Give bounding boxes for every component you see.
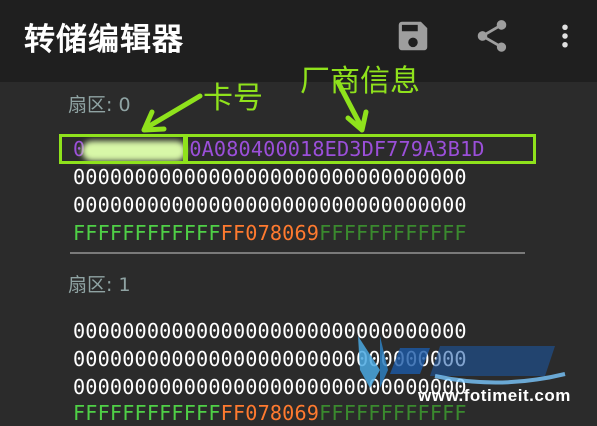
vendor-info-annotation: 厂商信息 xyxy=(300,64,420,99)
watermark-logo xyxy=(358,336,566,388)
card-number-annotation: 卡号 xyxy=(203,81,263,116)
watermark-url: www.fotimeit.com xyxy=(418,386,571,405)
